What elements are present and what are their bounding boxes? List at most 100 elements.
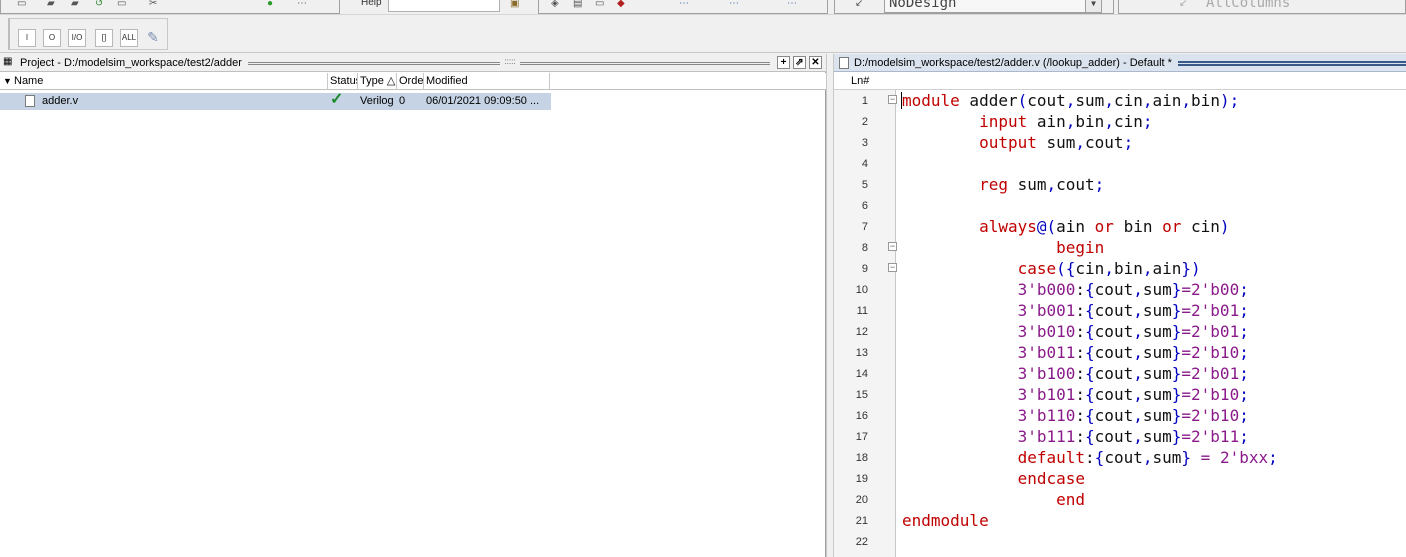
source-title: D:/modelsim_workspace/test2/adder.v (/lo…: [854, 57, 1172, 69]
code-line[interactable]: 20 end: [834, 489, 1406, 510]
ln-label: Ln#: [851, 75, 870, 87]
line-number: 10: [855, 284, 868, 296]
project-column-headers: ▼ Name Status Type △ Order Modified: [0, 73, 826, 90]
help-search-input[interactable]: [388, 0, 500, 12]
code-text: case({cin,bin,ain}): [1017, 259, 1201, 278]
code-line[interactable]: 2 input ain,bin,cin;: [834, 111, 1406, 132]
code-text: 3'b101:{cout,sum}=2'b10;: [1017, 385, 1249, 404]
columns-select[interactable]: AllColumns: [1200, 0, 1406, 13]
code-line[interactable]: 17 3'b111:{cout,sum}=2'b11;: [834, 426, 1406, 447]
open-folder-icon[interactable]: ▰: [47, 0, 55, 9]
project-title: Project - D:/modelsim_workspace/test2/ad…: [20, 57, 242, 69]
code-line[interactable]: 1 − module adder(cout,sum,cin,ain,bin);: [834, 90, 1406, 111]
undo-icon[interactable]: ↺: [95, 0, 103, 9]
code-line[interactable]: 7 always@(ain or bin or cin): [834, 216, 1406, 237]
line-number: 17: [855, 431, 868, 443]
code-line[interactable]: 3 output sum,cout;: [834, 132, 1406, 153]
filter-output-button[interactable]: O: [43, 29, 61, 47]
save-icon[interactable]: ▰: [71, 0, 79, 9]
sort-down-icon[interactable]: ▼: [3, 76, 12, 86]
design-select[interactable]: NoDesign ▼: [884, 0, 1102, 13]
break-icon[interactable]: ◆: [617, 0, 625, 9]
code-line[interactable]: 13 3'b011:{cout,sum}=2'b10;: [834, 342, 1406, 363]
code-text: 3'b100:{cout,sum}=2'b01;: [1017, 364, 1249, 383]
line-number: 7: [861, 221, 868, 233]
code-line[interactable]: 19 endcase: [834, 468, 1406, 489]
close-icon[interactable]: ✕: [809, 56, 822, 69]
code-line[interactable]: 21 endmodule: [834, 510, 1406, 531]
code-line[interactable]: 22: [834, 531, 1406, 552]
line-number: 12: [855, 326, 868, 338]
line-number: 15: [855, 389, 868, 401]
find-icon[interactable]: ⋯: [297, 0, 307, 9]
simulate-icon[interactable]: ▭: [595, 0, 604, 9]
filter-internal-button[interactable]: []: [95, 29, 113, 47]
line-number: 8: [861, 242, 868, 254]
grip-dots-icon: :::::: [500, 58, 520, 68]
code-line[interactable]: 4: [834, 153, 1406, 174]
column-header-type[interactable]: Type △: [358, 73, 397, 90]
code-text: always@(ain or bin or cin): [979, 217, 1230, 236]
columns-icon[interactable]: ↙: [1179, 0, 1187, 9]
line-number: 9: [861, 263, 868, 275]
code-line[interactable]: 6: [834, 195, 1406, 216]
code-line[interactable]: 18 default:{cout,sum} = 2'bxx;: [834, 447, 1406, 468]
code-line[interactable]: 15 3'b101:{cout,sum}=2'b10;: [834, 384, 1406, 405]
filter-inout-button[interactable]: I/O: [68, 29, 86, 47]
column-header-name[interactable]: Name: [12, 73, 328, 90]
step-out-icon[interactable]: ⋯: [787, 0, 797, 9]
code-line[interactable]: 5 reg sum,cout;: [834, 174, 1406, 195]
chevron-down-icon[interactable]: ▼: [1085, 0, 1101, 12]
table-row[interactable]: adder.v ✓ Verilog 0 06/01/2021 09:09:50 …: [0, 91, 551, 110]
source-pane-grip[interactable]: [1178, 61, 1406, 66]
code-line[interactable]: 9 − case({cin,bin,ain}): [834, 258, 1406, 279]
toolbar-group-file: ▭ ▰ ▰ ↺ ▭ ✂ ● ⋯: [0, 0, 340, 14]
step-icon[interactable]: ⋯: [679, 0, 689, 9]
code-text: output sum,cout;: [979, 133, 1134, 152]
fold-toggle-icon[interactable]: −: [888, 263, 897, 272]
code-text: 3'b010:{cout,sum}=2'b01;: [1017, 322, 1249, 341]
go-icon[interactable]: ●: [267, 0, 273, 9]
line-number: 4: [861, 158, 868, 170]
compile-all-icon[interactable]: ▤: [573, 0, 582, 9]
code-text: 3'b001:{cout,sum}=2'b01;: [1017, 301, 1249, 320]
code-line[interactable]: 16 3'b110:{cout,sum}=2'b10;: [834, 405, 1406, 426]
new-file-icon[interactable]: ▭: [17, 0, 26, 9]
cut-icon[interactable]: ✂: [149, 0, 157, 9]
code-line[interactable]: 8 − begin: [834, 237, 1406, 258]
source-file-icon: [839, 57, 849, 69]
filter-all-button[interactable]: ALL: [120, 29, 138, 47]
code-line[interactable]: 12 3'b010:{cout,sum}=2'b01;: [834, 321, 1406, 342]
file-type: Verilog: [360, 95, 394, 107]
file-order: 0: [399, 95, 406, 107]
undock-icon[interactable]: ⇗: [793, 56, 806, 69]
compile-icon[interactable]: ◈: [551, 0, 559, 9]
code-text: endcase: [1017, 469, 1086, 488]
filter-input-button[interactable]: I: [18, 29, 36, 47]
column-header-order[interactable]: Order: [397, 73, 424, 90]
fold-toggle-icon[interactable]: −: [888, 95, 897, 104]
eraser-icon[interactable]: ✎: [144, 28, 162, 46]
text-cursor: [901, 92, 902, 109]
object-filter-toolbar: I O I/O [] ALL ✎: [0, 15, 1406, 53]
help-label: Help: [361, 0, 382, 8]
line-number: 20: [855, 494, 868, 506]
pane-splitter[interactable]: [826, 54, 834, 557]
column-header-modified[interactable]: Modified: [424, 73, 550, 90]
design-arrow-icon[interactable]: ↙: [855, 0, 863, 9]
line-number: 6: [861, 200, 868, 212]
column-header-status[interactable]: Status: [328, 73, 358, 90]
step-over-icon[interactable]: ⋯: [729, 0, 739, 9]
code-line[interactable]: 14 3'b100:{cout,sum}=2'b01;: [834, 363, 1406, 384]
project-pane-title: ▦ Project - D:/modelsim_workspace/test2/…: [0, 54, 826, 72]
toolbar-group-compile: ◈ ▤ ▭ ◆ ⋯ ⋯ ⋯: [538, 0, 828, 14]
code-line[interactable]: 11 3'b001:{cout,sum}=2'b01;: [834, 300, 1406, 321]
line-number: 2: [861, 116, 868, 128]
column-header-type-label: Type: [360, 75, 384, 87]
code-line[interactable]: 10 3'b000:{cout,sum}=2'b00;: [834, 279, 1406, 300]
design-select-value: NoDesign: [889, 0, 957, 11]
print-icon[interactable]: ▭: [117, 0, 126, 9]
fold-toggle-icon[interactable]: −: [888, 242, 897, 251]
dock-icon[interactable]: +: [777, 56, 790, 69]
help-binoculars-icon[interactable]: ▣: [510, 0, 519, 9]
